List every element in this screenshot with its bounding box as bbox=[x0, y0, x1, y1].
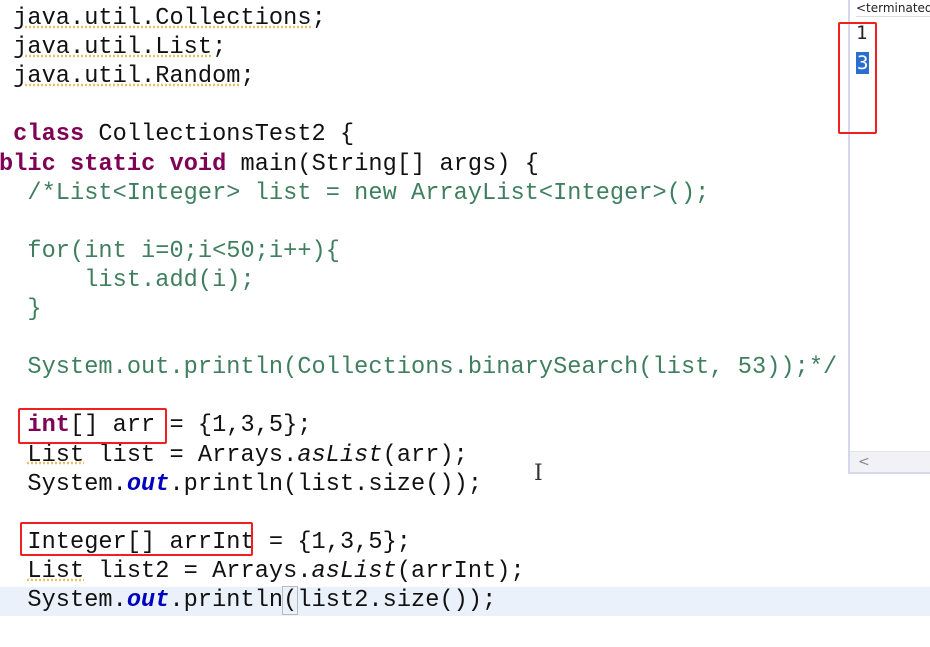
code-line[interactable]: System.out.println(Collections.binarySea… bbox=[27, 353, 837, 382]
console-status: <terminated> bbox=[856, 0, 930, 17]
console-horizontal-scrollbar[interactable]: < bbox=[850, 451, 930, 472]
scroll-left-arrow-icon[interactable]: < bbox=[858, 452, 870, 472]
code-line[interactable]: java.util.List; bbox=[13, 33, 226, 62]
code-token: java.util.List bbox=[13, 34, 213, 62]
code-token: ; bbox=[240, 63, 255, 91]
code-token: main(String[] args) { bbox=[226, 150, 539, 178]
code-token: System.out.println(Collections.binarySea… bbox=[27, 354, 838, 382]
text-cursor-ibeam-icon: I bbox=[534, 461, 543, 486]
code-token: list2 = Arrays. bbox=[84, 557, 312, 585]
code-token: list.add(i); bbox=[27, 266, 255, 294]
code-line[interactable]: java.util.Collections; bbox=[13, 4, 326, 33]
code-token: ; bbox=[311, 5, 326, 32]
code-token: /*List<Integer> list = new ArrayList<Int… bbox=[27, 179, 710, 207]
code-token: .println(list.size()); bbox=[169, 470, 483, 498]
code-token: (arr); bbox=[382, 441, 468, 469]
code-token: List bbox=[27, 441, 85, 469]
code-token: CollectionsTest2 { bbox=[84, 121, 355, 149]
code-token: asList bbox=[297, 441, 383, 469]
code-token: out bbox=[126, 587, 170, 614]
code-line[interactable]: class CollectionsTest2 { bbox=[13, 120, 354, 149]
annotation-box-int-array bbox=[18, 408, 167, 444]
code-line[interactable]: System.out.println(list2.size()); bbox=[27, 586, 496, 615]
code-line[interactable]: System.out.println(list.size()); bbox=[27, 470, 482, 499]
code-line[interactable]: for(int i=0;i<50;i++){ bbox=[27, 237, 340, 266]
code-line[interactable]: java.util.Random; bbox=[13, 62, 255, 91]
code-token: } bbox=[27, 296, 42, 323]
code-token: (arrInt); bbox=[396, 557, 525, 585]
code-token: java.util.Random bbox=[13, 63, 241, 91]
code-token: java.util.Collections bbox=[13, 5, 312, 32]
code-line[interactable]: list.add(i); bbox=[27, 266, 254, 295]
code-line[interactable]: List list2 = Arrays.asList(arrInt); bbox=[27, 557, 524, 586]
code-token: list2.size()); bbox=[297, 587, 497, 614]
code-token: System. bbox=[27, 470, 127, 498]
code-token: blic static void bbox=[0, 150, 227, 178]
annotation-box-console-output bbox=[838, 22, 877, 134]
code-token: list = Arrays. bbox=[84, 441, 298, 469]
code-token: System. bbox=[27, 587, 127, 614]
code-line[interactable]: } bbox=[27, 295, 41, 324]
code-token: ( bbox=[282, 586, 299, 615]
code-token: class bbox=[13, 121, 85, 149]
annotation-box-integer-array bbox=[20, 522, 253, 556]
code-line[interactable]: /*List<Integer> list = new ArrayList<Int… bbox=[27, 179, 709, 208]
code-token: ; bbox=[212, 34, 227, 62]
code-token: out bbox=[126, 470, 170, 498]
code-token: for(int i=0;i<50;i++){ bbox=[27, 237, 340, 265]
code-line[interactable]: blic static void main(String[] args) { bbox=[0, 150, 539, 179]
code-token: .println bbox=[169, 587, 284, 614]
code-line[interactable]: List list = Arrays.asList(arr); bbox=[27, 441, 468, 470]
code-token: List bbox=[27, 557, 85, 585]
code-token: asList bbox=[311, 557, 397, 585]
